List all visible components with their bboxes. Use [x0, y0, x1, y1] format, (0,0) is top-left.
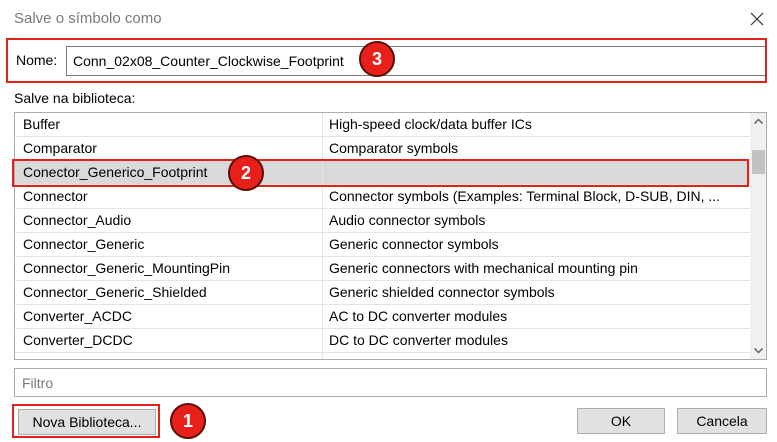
library-nickname: Buffer	[23, 116, 61, 132]
ok-button[interactable]: OK	[577, 408, 665, 434]
library-description: DC to DC converter modules	[329, 332, 508, 348]
column-separator	[322, 281, 323, 304]
library-description: AC to DC converter modules	[329, 308, 508, 324]
library-description: Generic connectors with mechanical mount…	[329, 260, 638, 276]
column-separator	[322, 257, 323, 280]
annotation-badge-1: 1	[170, 403, 206, 439]
column-separator	[322, 185, 323, 208]
library-nickname: Comparator	[23, 140, 97, 156]
annotation-badge-3: 3	[359, 41, 395, 77]
library-description: Connector symbols (Examples: Terminal Bl…	[329, 188, 721, 204]
library-nickname: Converter_ACDC	[23, 308, 132, 324]
library-row[interactable]: Converter_ACDC AC to DC converter modules	[15, 305, 750, 329]
library-row[interactable]: Buffer High-speed clock/data buffer ICs	[15, 113, 750, 137]
selected-row-highlight	[12, 159, 749, 187]
new-library-highlight	[12, 404, 160, 438]
library-row[interactable]: Connector_Generic_MountingPin Generic con…	[15, 257, 750, 281]
close-icon[interactable]	[746, 8, 768, 30]
title-bar: Salve o símbolo como	[0, 0, 777, 38]
library-nickname: Converter_DCDC	[23, 332, 133, 348]
column-separator	[322, 137, 323, 160]
library-row[interactable]: Connector Connector symbols (Examples: Te…	[15, 185, 750, 209]
library-description: Altera CPLD symbols	[329, 356, 747, 359]
column-separator	[322, 233, 323, 256]
library-nickname: Connector_Generic	[23, 236, 145, 252]
dialog-title: Salve o símbolo como	[14, 10, 162, 27]
cancel-button[interactable]: Cancela	[677, 408, 767, 434]
library-row[interactable]: Converter_DCDC DC to DC converter modules	[15, 329, 750, 353]
column-separator	[322, 329, 323, 352]
column-separator	[322, 305, 323, 328]
library-description: Comparator symbols	[329, 140, 459, 156]
library-nickname: Connector_Audio	[23, 212, 132, 228]
library-row[interactable]: Connector_Audio Audio connector symbols	[15, 209, 750, 233]
library-row[interactable]: Connector_Generic Generic connector symbo…	[15, 233, 750, 257]
scroll-down-arrow-icon[interactable]	[750, 342, 767, 359]
library-nickname: Connector_Generic_Shielded	[23, 284, 207, 300]
library-label: Salve na biblioteca:	[14, 90, 136, 106]
annotation-badge-2: 2	[228, 155, 264, 191]
column-separator	[322, 353, 323, 359]
scroll-up-arrow-icon[interactable]	[750, 113, 767, 130]
library-row[interactable]: Connector_Generic_Shielded Generic shield…	[15, 281, 750, 305]
library-row[interactable]: CPLD_Altera Altera CPLD symbols	[15, 353, 750, 359]
vertical-scrollbar[interactable]	[750, 113, 767, 359]
library-list: Buffer High-speed clock/data buffer ICs Co…	[14, 112, 767, 360]
library-description: High-speed clock/data buffer ICs	[329, 116, 532, 132]
library-description: Generic shielded connector symbols	[329, 284, 555, 300]
filter-input[interactable]	[14, 368, 767, 397]
library-nickname: CPLD_Altera	[23, 356, 313, 359]
library-nickname: Connector	[23, 188, 88, 204]
save-symbol-dialog: Salve o símbolo como Nome: Salve na bibl…	[0, 0, 777, 442]
library-description: Generic connector symbols	[329, 236, 499, 252]
column-separator	[322, 113, 323, 136]
library-nickname: Connector_Generic_MountingPin	[23, 260, 231, 276]
column-separator	[322, 209, 323, 232]
library-row[interactable]: Comparator Comparator symbols	[15, 137, 750, 161]
library-description: Audio connector symbols	[329, 212, 486, 228]
scroll-thumb[interactable]	[752, 150, 765, 174]
